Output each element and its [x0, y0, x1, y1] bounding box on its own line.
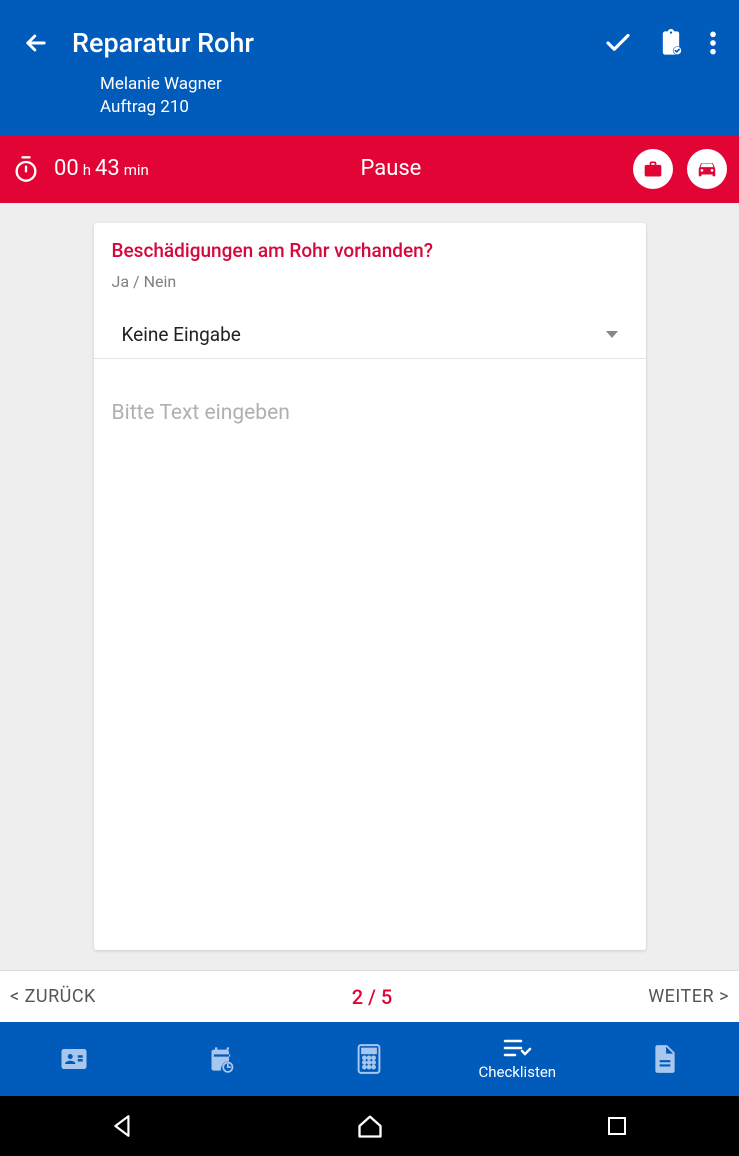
- more-vertical-icon: [709, 30, 717, 56]
- pause-button[interactable]: Pause: [149, 156, 633, 181]
- checklist-icon: [502, 1037, 532, 1059]
- nav-recents-button[interactable]: [605, 1114, 629, 1138]
- tab-calculator[interactable]: [296, 1022, 444, 1096]
- confirm-button[interactable]: [603, 28, 633, 58]
- customer-name: Melanie Wagner: [100, 73, 727, 96]
- calculator-icon: [357, 1044, 381, 1074]
- home-outline-icon: [356, 1112, 384, 1140]
- tab-schedule[interactable]: [148, 1022, 296, 1096]
- back-page-button[interactable]: < ZURÜCK: [10, 986, 96, 1007]
- tab-checklists-label: Checklisten: [478, 1063, 556, 1081]
- nav-back-button[interactable]: [110, 1113, 136, 1139]
- notes-placeholder: Bitte Text eingeben: [112, 401, 628, 425]
- answer-select[interactable]: Keine Eingabe: [94, 313, 646, 359]
- notes-textarea[interactable]: Bitte Text eingeben: [94, 359, 646, 950]
- tab-document[interactable]: [591, 1022, 739, 1096]
- answer-select-value: Keine Eingabe: [122, 323, 241, 346]
- nav-home-button[interactable]: [356, 1112, 384, 1140]
- pager-bar: < ZURÜCK 2 / 5 WEITER >: [0, 970, 739, 1022]
- contact-card-icon: [59, 1044, 89, 1074]
- chevron-down-icon: [606, 331, 618, 338]
- timer-bar: 00 h 43 min Pause: [0, 135, 739, 203]
- page-indicator: 2 / 5: [352, 985, 392, 1009]
- square-icon: [605, 1114, 629, 1138]
- triangle-back-icon: [110, 1113, 136, 1139]
- timer-display: 00 h 43 min: [54, 156, 149, 181]
- timer-hours-unit: h: [83, 161, 91, 179]
- question-title: Beschädigungen am Rohr vorhanden?: [112, 239, 628, 262]
- checkmark-icon: [603, 28, 633, 58]
- stopwatch-icon: [12, 155, 40, 183]
- bottom-tab-bar: Checklisten: [0, 1022, 739, 1096]
- briefcase-icon: [643, 159, 663, 179]
- page-title: Reparatur Rohr: [72, 27, 603, 59]
- back-button[interactable]: [12, 29, 60, 57]
- next-page-button[interactable]: WEITER >: [648, 986, 729, 1007]
- document-icon: [652, 1044, 678, 1074]
- timer-hours: 00: [54, 156, 79, 181]
- overflow-menu-button[interactable]: [709, 30, 717, 56]
- question-type-hint: Ja / Nein: [112, 272, 628, 291]
- tab-contact[interactable]: [0, 1022, 148, 1096]
- clipboard-button[interactable]: [657, 29, 685, 57]
- app-bar: Reparatur Rohr Melanie Wagner Auftrag 21…: [0, 5, 739, 135]
- arrow-left-icon: [22, 29, 50, 57]
- car-button[interactable]: [687, 149, 727, 189]
- system-nav-bar: [0, 1096, 739, 1156]
- order-label: Auftrag 210: [100, 96, 727, 119]
- timer-minutes: 43: [95, 156, 120, 181]
- question-card: Beschädigungen am Rohr vorhanden? Ja / N…: [94, 223, 646, 950]
- clipboard-check-icon: [657, 29, 685, 57]
- briefcase-button[interactable]: [633, 149, 673, 189]
- calendar-clock-icon: [208, 1045, 236, 1073]
- tab-checklists[interactable]: Checklisten: [443, 1022, 591, 1096]
- timer-minutes-unit: min: [124, 161, 149, 179]
- content-area: Beschädigungen am Rohr vorhanden? Ja / N…: [0, 203, 739, 970]
- car-icon: [696, 158, 718, 180]
